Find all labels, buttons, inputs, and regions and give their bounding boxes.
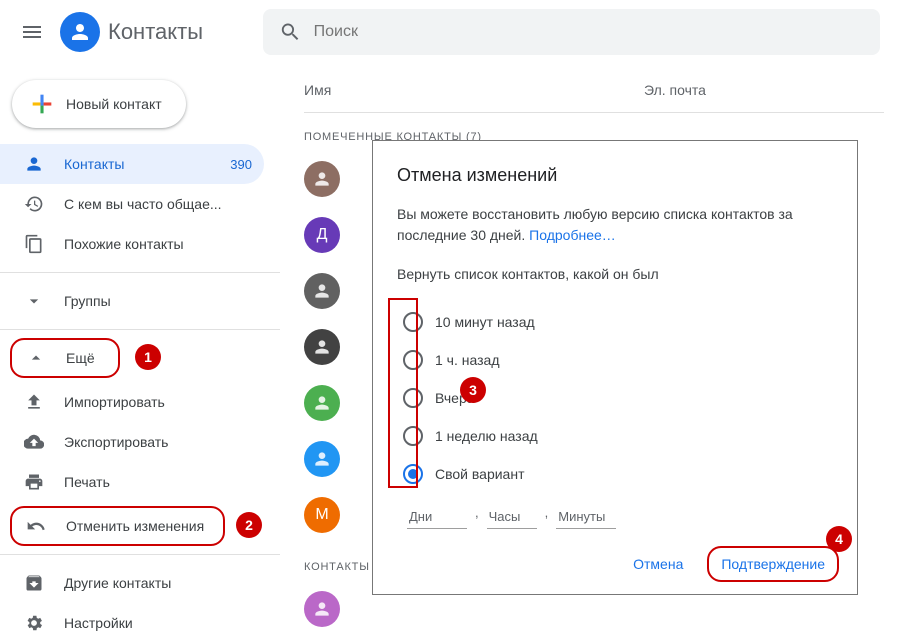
radio-label: 1 ч. назад: [435, 352, 499, 368]
history-icon: [24, 194, 44, 214]
new-contact-button[interactable]: Новый контакт: [12, 80, 186, 128]
hamburger-icon: [20, 20, 44, 44]
dialog-cancel-button[interactable]: Отмена: [621, 548, 695, 580]
upload-icon: [24, 392, 44, 412]
nav-label: Ещё: [66, 350, 95, 366]
search-input[interactable]: [314, 23, 864, 41]
nav-export[interactable]: Экспортировать: [0, 422, 264, 462]
nav-count: 390: [230, 157, 252, 172]
person-icon: [68, 20, 92, 44]
hours-input[interactable]: Часы: [487, 505, 537, 529]
nav-print[interactable]: Печать: [0, 462, 264, 502]
avatar: [304, 329, 340, 365]
column-email: Эл. почта: [644, 82, 706, 98]
new-contact-label: Новый контакт: [66, 96, 162, 112]
radio-option[interactable]: 10 минут назад: [403, 303, 833, 341]
days-input[interactable]: Дни: [407, 505, 467, 529]
nav-import[interactable]: Импортировать: [0, 382, 264, 422]
avatar: [304, 273, 340, 309]
nav-label: Похожие контакты: [64, 236, 184, 252]
callout-badge-2: 2: [236, 512, 262, 538]
nav-label: Печать: [64, 474, 110, 490]
nav-more[interactable]: Ещё: [10, 338, 120, 378]
table-header: Имя Эл. почта: [304, 64, 884, 113]
callout-box-3: [388, 298, 418, 488]
search-bar[interactable]: [263, 9, 880, 55]
radio-option[interactable]: Свой вариант: [403, 455, 833, 493]
dialog-title: Отмена изменений: [397, 165, 833, 186]
column-name: Имя: [304, 82, 644, 98]
cloud-upload-icon: [24, 432, 44, 452]
search-icon: [279, 20, 302, 44]
nav-label: Импортировать: [64, 394, 165, 410]
nav-label: Контакты: [64, 156, 124, 172]
nav-contacts[interactable]: Контакты 390: [0, 144, 264, 184]
nav-label: Группы: [64, 293, 111, 309]
radio-label: Свой вариант: [435, 466, 525, 482]
menu-button[interactable]: [8, 8, 56, 56]
dialog-prompt: Вернуть список контактов, какой он был: [397, 264, 833, 285]
gear-icon: [24, 613, 44, 633]
callout-badge-4: 4: [826, 526, 852, 552]
nav-merge[interactable]: Похожие контакты: [0, 224, 264, 264]
chevron-up-icon: [26, 348, 46, 368]
nav-other-contacts[interactable]: Другие контакты: [0, 563, 264, 603]
avatar: [304, 385, 340, 421]
learn-more-link[interactable]: Подробнее…: [529, 227, 616, 243]
nav-label: Отменить изменения: [66, 518, 204, 534]
nav-frequent[interactable]: С кем вы часто общае...: [0, 184, 264, 224]
radio-label: 10 минут назад: [435, 314, 535, 330]
archive-icon: [24, 573, 44, 593]
nav-label: Настройки: [64, 615, 133, 631]
chevron-down-icon: [24, 291, 44, 311]
nav-settings[interactable]: Настройки: [0, 603, 264, 643]
nav-label: С кем вы часто общае...: [64, 196, 222, 212]
nav-label: Экспортировать: [64, 434, 168, 450]
radio-label: 1 неделю назад: [435, 428, 538, 444]
app-logo: [60, 12, 100, 52]
plus-icon: [28, 90, 56, 118]
divider: [0, 272, 280, 273]
undo-dialog: Отмена изменений Вы можете восстановить …: [372, 140, 858, 595]
radio-option[interactable]: 1 ч. назад: [403, 341, 833, 379]
divider: [0, 329, 280, 330]
avatar: [304, 161, 340, 197]
sidebar: Новый контакт Контакты 390 С кем вы част…: [0, 64, 280, 637]
avatar: [304, 591, 340, 627]
custom-time-inputs: Дни, Часы, Минуты: [407, 505, 833, 529]
radio-option[interactable]: 1 неделю назад: [403, 417, 833, 455]
avatar: М: [304, 497, 340, 533]
dialog-confirm-button[interactable]: Подтверждение: [707, 546, 839, 582]
callout-badge-1: 1: [135, 344, 161, 370]
minutes-input[interactable]: Минуты: [556, 505, 616, 529]
copy-icon: [24, 234, 44, 254]
dialog-body: Вы можете восстановить любую версию спис…: [397, 204, 833, 246]
callout-badge-3: 3: [460, 377, 486, 403]
avatar: Д: [304, 217, 340, 253]
print-icon: [24, 472, 44, 492]
nav-undo[interactable]: Отменить изменения: [10, 506, 225, 546]
avatar: [304, 441, 340, 477]
undo-icon: [26, 516, 46, 536]
nav-label: Другие контакты: [64, 575, 171, 591]
header-bar: Контакты: [0, 0, 908, 64]
app-title: Контакты: [108, 19, 203, 45]
nav-groups[interactable]: Группы: [0, 281, 264, 321]
divider: [0, 554, 280, 555]
person-icon: [24, 154, 44, 174]
